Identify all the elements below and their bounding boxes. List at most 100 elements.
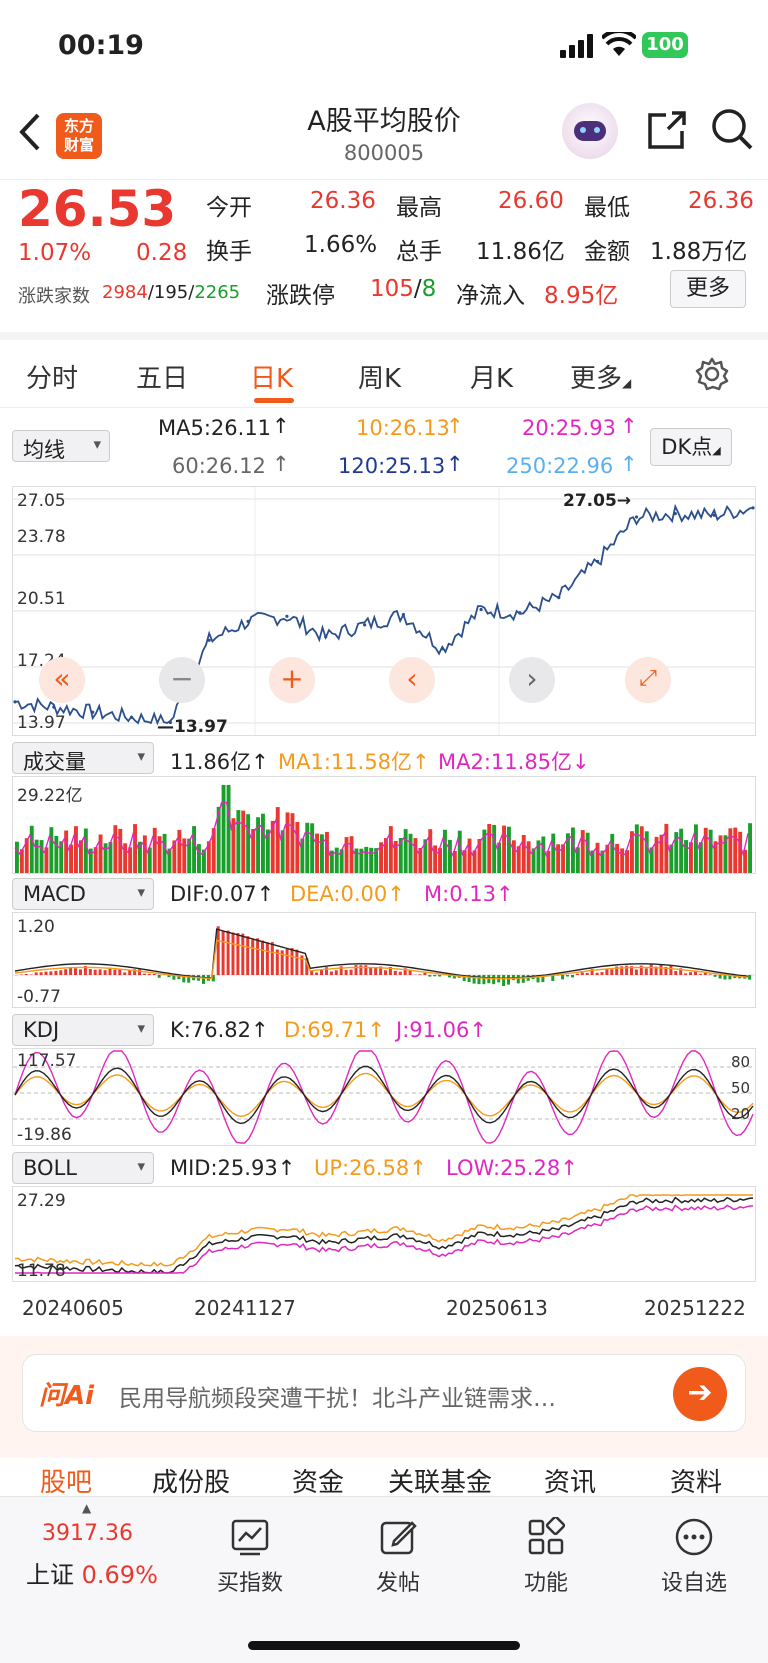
- volume-bar: [113, 825, 118, 873]
- macd-bar: [674, 971, 678, 975]
- volume-bar: [182, 838, 187, 873]
- macd-bar: [270, 942, 274, 975]
- add-watchlist-button[interactable]: 设自选: [644, 1517, 744, 1597]
- zoom-out-button[interactable]: −: [159, 657, 205, 703]
- share-icon[interactable]: [646, 109, 688, 151]
- dk-button[interactable]: DK点◢: [650, 428, 732, 466]
- search-icon[interactable]: [710, 107, 754, 151]
- kdj-min-label: -19.86: [17, 1125, 72, 1145]
- pan-right-button[interactable]: ›: [509, 657, 555, 703]
- macd-bar: [29, 974, 33, 975]
- macd-chart: 1.20 -0.77: [12, 912, 756, 1008]
- volume-bar: [49, 827, 54, 873]
- low-value: 26.36: [688, 188, 754, 214]
- volume-bar: [571, 827, 575, 873]
- macd-dea-text: DEA:0.00: [290, 882, 388, 906]
- tab-forum[interactable]: 股吧: [40, 1462, 92, 1499]
- macd-bar: [329, 971, 333, 975]
- macd-bar: [79, 969, 82, 975]
- volume-ma2-text: MA2:11.85亿: [438, 750, 573, 774]
- change-percent: 1.07%: [18, 240, 92, 266]
- index-value[interactable]: 3917.36: [42, 1521, 133, 1546]
- y-tick-1: 27.05: [17, 491, 66, 511]
- volume-ma1-text: MA1:11.58亿: [278, 750, 413, 774]
- index-name[interactable]: 上证 0.69%: [26, 1555, 158, 1590]
- volume-bar: [354, 848, 359, 873]
- volume-bar: [639, 826, 644, 873]
- post-button[interactable]: 发帖: [348, 1517, 448, 1597]
- ai-question-bar[interactable]: 问Ai 民用导航频段突遭干扰！北斗产业链需求… ➔: [22, 1354, 746, 1432]
- updown-label: 涨跌家数: [18, 286, 90, 307]
- ma20-value: 20:25.93: [522, 416, 616, 440]
- macd-bar: [54, 970, 58, 975]
- ai-submit-arrow-icon[interactable]: ➔: [673, 1367, 727, 1421]
- macd-bar: [334, 970, 338, 975]
- macd-bar: [428, 975, 432, 977]
- tab-constituents[interactable]: 成份股: [152, 1462, 230, 1499]
- price-point: [440, 647, 444, 651]
- volume-bar: [413, 838, 418, 873]
- function-button[interactable]: 功能: [496, 1517, 596, 1597]
- macd-min-label: -0.77: [17, 987, 61, 1007]
- volume-bar: [388, 826, 393, 873]
- ai-assistant-icon[interactable]: [562, 103, 618, 159]
- tab-monthly-k[interactable]: 月K: [470, 358, 513, 395]
- ma250-arrow-icon: ↑: [620, 452, 638, 476]
- more-button[interactable]: 更多: [670, 270, 746, 308]
- volume-bar: [162, 833, 167, 873]
- volume-bar: [487, 824, 492, 873]
- volume-bar: [133, 824, 137, 873]
- macd-bar: [482, 975, 486, 985]
- macd-bar: [649, 964, 653, 975]
- macd-bar: [290, 948, 294, 975]
- macd-selector[interactable]: MACD: [12, 878, 154, 910]
- tab-intraday[interactable]: 分时: [26, 358, 78, 395]
- kdj-j-text: J:91.06: [396, 1018, 470, 1042]
- max-marker: 27.05→: [563, 491, 632, 511]
- ma60-value: 60:26.12: [172, 454, 266, 478]
- kdj-d-text: D:69.71: [284, 1018, 368, 1042]
- price-chart[interactable]: 27.05 23.78 20.51 17.24 13.97 27.05→ —13…: [12, 486, 756, 737]
- price-point: [285, 614, 289, 618]
- boll-chart-svg: [14, 1194, 754, 1275]
- tab-five-day[interactable]: 五日: [136, 358, 188, 395]
- volume-selector[interactable]: 成交量: [12, 742, 154, 774]
- volume-bar: [83, 828, 88, 873]
- tab-capital[interactable]: 资金: [292, 1462, 344, 1499]
- tab-news[interactable]: 资讯: [544, 1462, 596, 1499]
- tab-profile[interactable]: 资料: [670, 1462, 722, 1499]
- volume-bar: [98, 834, 103, 873]
- macd-chart-svg: [13, 926, 755, 986]
- zoom-in-button[interactable]: +: [269, 657, 315, 703]
- boll-selector[interactable]: BOLL: [12, 1152, 154, 1184]
- boll-min-label: 11.78: [17, 1261, 66, 1281]
- price-point: [129, 715, 134, 719]
- macd-bar: [433, 975, 437, 977]
- tab-related-funds[interactable]: 关联基金: [388, 1462, 492, 1499]
- ma-selector[interactable]: 均线: [12, 430, 110, 462]
- fullscreen-button[interactable]: ⤢: [625, 657, 671, 703]
- macd-bar: [142, 973, 146, 975]
- kdj-k-text: K:76.82: [170, 1018, 251, 1042]
- zoom-out-far-button[interactable]: «: [39, 657, 85, 703]
- macd-bar: [384, 970, 387, 975]
- macd-bar: [285, 948, 289, 975]
- kdj-line20-label: 20: [731, 1105, 751, 1123]
- tab-more[interactable]: 更多◢: [570, 358, 631, 395]
- pan-left-button[interactable]: ‹: [389, 657, 435, 703]
- tab-weekly-k[interactable]: 周K: [358, 358, 401, 395]
- buy-index-button[interactable]: 买指数: [200, 1517, 300, 1597]
- volume-bar: [177, 829, 182, 873]
- macd-bar: [718, 975, 722, 979]
- low-label: 最低: [584, 195, 630, 221]
- kdj-j: J:91.06↑: [396, 1018, 487, 1042]
- volume-bar: [334, 847, 339, 873]
- kdj-selector[interactable]: KDJ: [12, 1014, 154, 1046]
- tab-daily-k[interactable]: 日K: [250, 358, 293, 395]
- macd-bar: [98, 969, 102, 975]
- settings-gear-icon[interactable]: [694, 356, 730, 392]
- macd-max-label: 1.20: [17, 917, 55, 937]
- boll-up: UP:26.58↑: [314, 1156, 427, 1180]
- boll-mid-text: MID:25.93: [170, 1156, 278, 1180]
- volume-bar: [364, 846, 369, 873]
